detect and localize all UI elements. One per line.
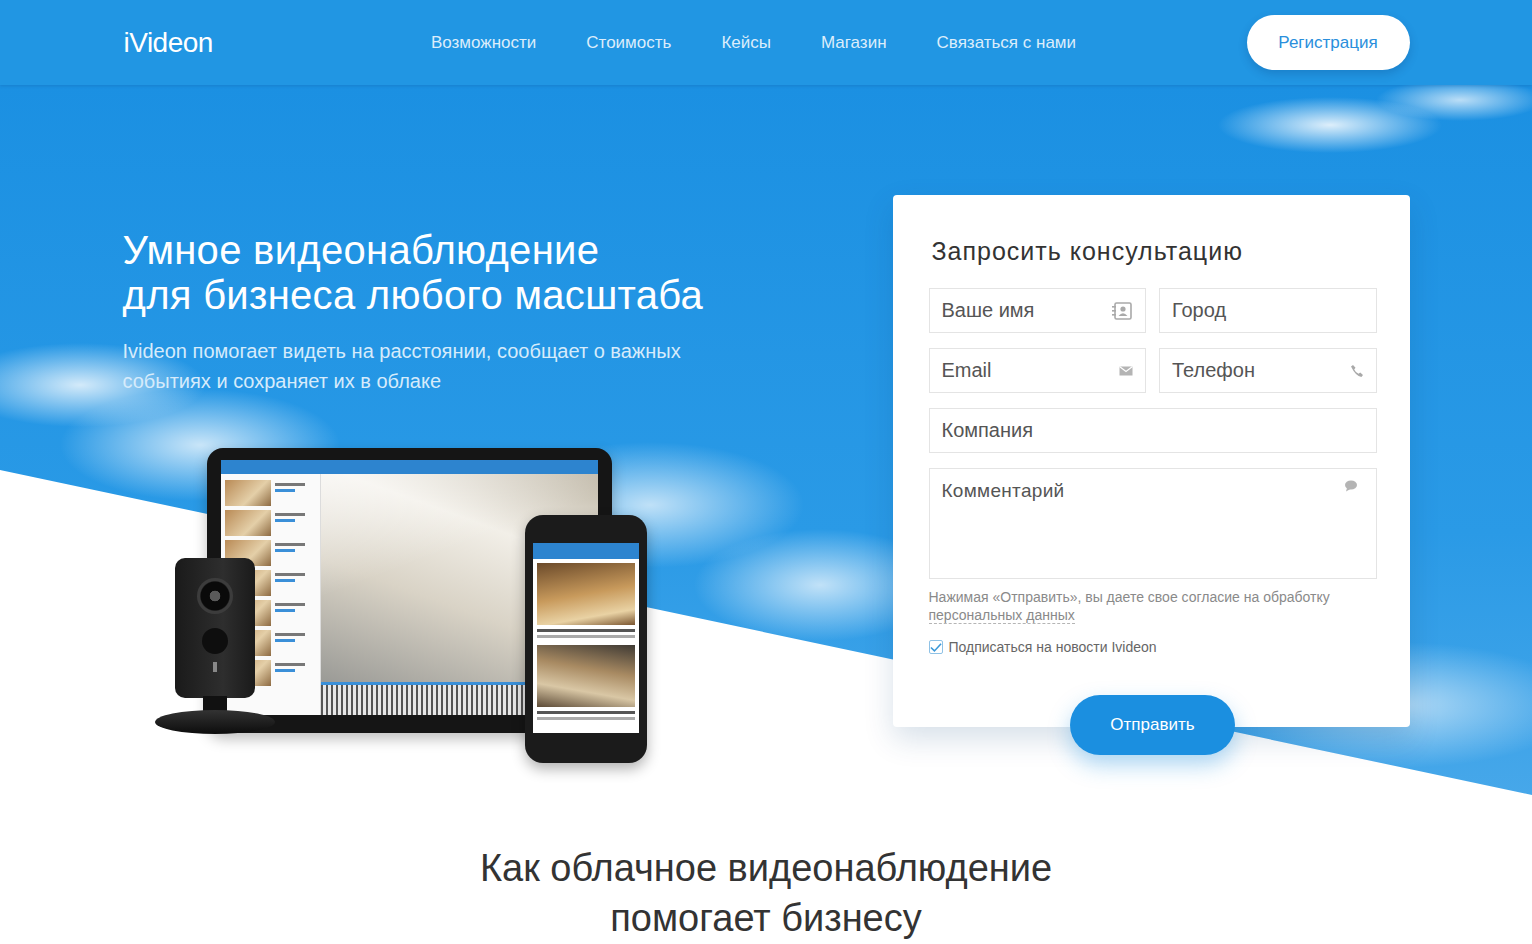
name-field[interactable] — [929, 288, 1147, 333]
company-field[interactable] — [929, 408, 1377, 453]
hero-subtitle: Ivideon помогает видеть на расстоянии, с… — [123, 336, 843, 396]
checkbox-box[interactable] — [929, 640, 943, 654]
consent-note: Нажимая «Отправить», вы даете свое согла… — [929, 588, 1377, 624]
phone-field[interactable] — [1159, 348, 1377, 393]
comment-field[interactable] — [929, 468, 1377, 579]
speech-bubble-icon — [1344, 480, 1358, 492]
devices-illustration — [155, 448, 650, 768]
features-section: Как облачное видеонаблюдениепомогает биз… — [0, 830, 1532, 943]
city-field[interactable] — [1159, 288, 1377, 333]
nav-link[interactable]: Стоимость — [586, 33, 671, 53]
email-field[interactable] — [929, 348, 1147, 393]
phone-icon — [1350, 364, 1364, 378]
register-button[interactable]: Регистрация — [1247, 15, 1410, 70]
contact-card-icon — [1111, 302, 1133, 320]
logo[interactable]: iVideon — [123, 27, 213, 59]
nav-link[interactable]: Магазин — [821, 33, 887, 53]
consultation-form: Запросить консультацию Нажимая «Отправить… — [893, 195, 1410, 727]
features-title: Как облачное видеонаблюдениепомогает биз… — [0, 843, 1532, 943]
phone-input[interactable] — [1172, 359, 1344, 382]
submit-button[interactable]: Отправить — [1070, 695, 1235, 755]
email-input[interactable] — [942, 359, 1114, 382]
nav-link[interactable]: Возможности — [431, 33, 536, 53]
nav-link[interactable]: Связаться с нами — [937, 33, 1077, 53]
main-nav: Возможности Стоимость Кейсы Магазин Связатьс… — [431, 33, 1076, 53]
phone-picture — [525, 515, 647, 763]
hero: Умное видеонаблюдениедля бизнеса любого … — [0, 85, 1532, 830]
name-input[interactable] — [942, 299, 1106, 322]
subscribe-checkbox[interactable]: Подписаться на новости Ivideon — [929, 639, 1377, 655]
nav-link[interactable]: Кейсы — [721, 33, 771, 53]
camera-picture — [155, 558, 275, 738]
form-title: Запросить консультацию — [932, 235, 1377, 267]
envelope-icon — [1119, 366, 1133, 376]
top-bar: iVideon Возможности Стоимость Кейсы Магазин С… — [0, 0, 1532, 85]
tick-icon — [930, 642, 942, 653]
hero-intro: Умное видеонаблюдениедля бизнеса любого … — [123, 195, 843, 768]
hero-title: Умное видеонаблюдениедля бизнеса любого … — [123, 228, 843, 318]
city-input[interactable] — [1172, 299, 1364, 322]
company-input[interactable] — [942, 419, 1364, 442]
landing-page: iVideon Возможности Стоимость Кейсы Магазин С… — [0, 0, 1532, 944]
comment-input[interactable] — [930, 469, 1376, 578]
personal-data-link[interactable]: персональных данных — [929, 607, 1075, 624]
